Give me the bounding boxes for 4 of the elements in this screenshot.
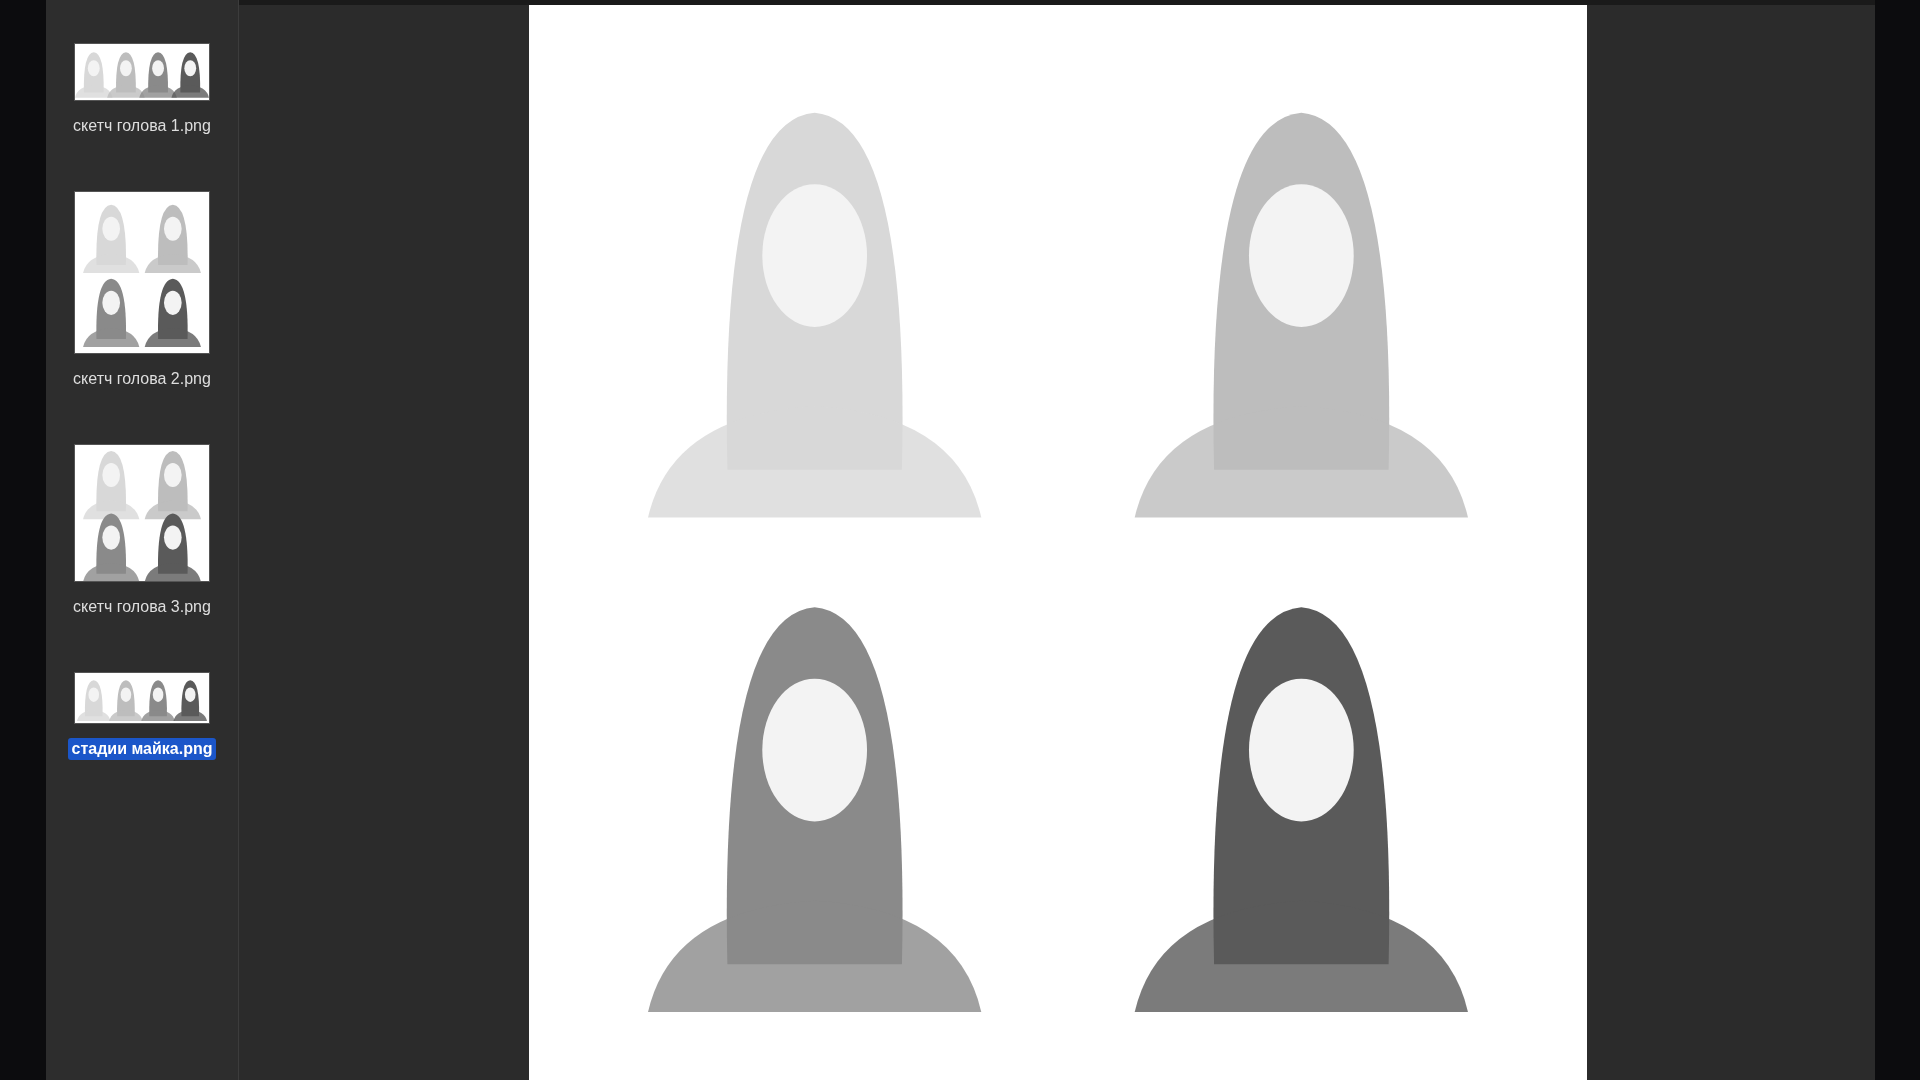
file-name[interactable]: стадии майка.png	[67, 738, 217, 760]
file-name[interactable]: скетч голова 2.png	[69, 368, 215, 390]
file-name[interactable]: скетч голова 1.png	[69, 115, 215, 137]
file-name[interactable]: скетч голова 3.png	[69, 596, 215, 618]
